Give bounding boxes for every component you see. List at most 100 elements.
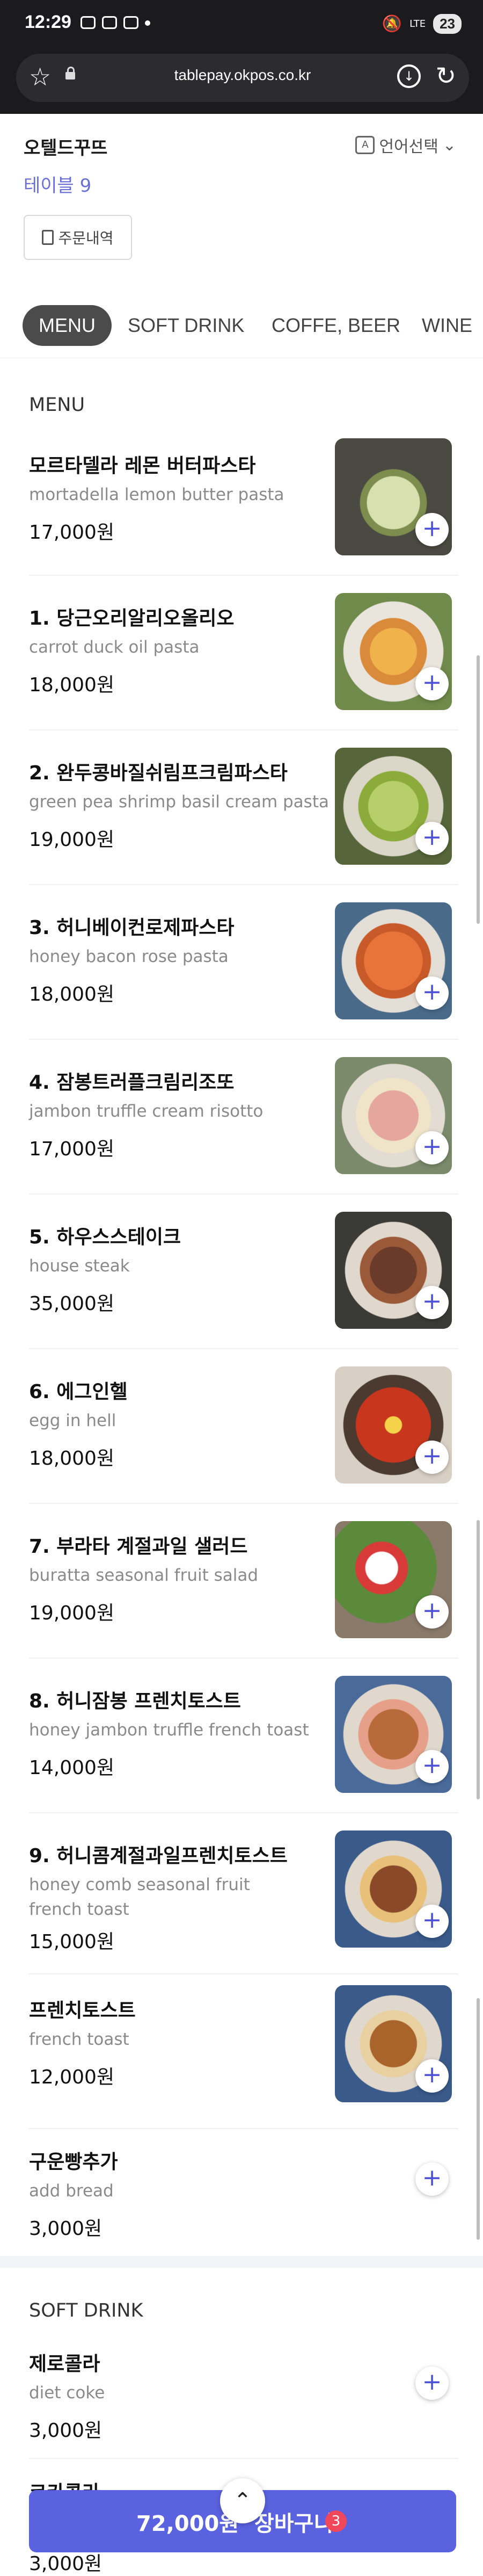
status-right: 🔕 LTE 23 xyxy=(382,14,462,34)
item-english-name: carrot duck oil pasta xyxy=(29,638,200,657)
menu-item[interactable]: 제로콜라 diet coke 3,000원 + xyxy=(29,2331,458,2459)
menu-item[interactable]: 4. 잠봉트러플크림리조또 jambon truffle cream risot… xyxy=(29,1039,458,1195)
item-name: 제로콜라 xyxy=(29,2353,100,2375)
item-name: 8. 허니잠봉 프렌치토스트 xyxy=(29,1690,241,1712)
order-history-label: 주문내역 xyxy=(58,229,114,247)
tab-wine[interactable]: WINE xyxy=(406,305,483,346)
add-to-cart-button[interactable]: + xyxy=(415,1905,449,1938)
item-name: 2. 완두콩바질쉬림프크림파스타 xyxy=(29,762,288,784)
add-to-cart-button[interactable]: + xyxy=(415,976,449,1010)
menu-item[interactable]: 6. 에그인헬 egg in hell 18,000원 + xyxy=(29,1348,458,1504)
signal-icon: LTE xyxy=(409,18,426,30)
mute-icon: 🔕 xyxy=(382,15,402,33)
item-english-name: french toast xyxy=(29,2030,129,2049)
item-price: 17,000원 xyxy=(29,522,115,544)
menu-item[interactable]: 모르타델라 레몬 버터파스타 mortadella lemon butter p… xyxy=(29,430,458,576)
item-english-name: add bread xyxy=(29,2181,114,2201)
item-name: 구운빵추가 xyxy=(29,2151,118,2173)
tab-menu[interactable]: MENU xyxy=(23,305,112,346)
menu-item[interactable]: 7. 부라타 계절과일 샐러드 buratta seasonal fruit s… xyxy=(29,1503,458,1659)
menu-item[interactable]: 프렌치토스트 french toast 12,000원 + xyxy=(29,1973,458,2129)
item-name: 1. 당근오리알리오올리오 xyxy=(29,607,235,629)
status-bar: 12:29 🔕 LTE 23 xyxy=(0,0,483,49)
add-to-cart-button[interactable]: + xyxy=(415,1750,449,1783)
address-bar[interactable]: ☆ tablepay.okpos.co.kr ↓ ↻ xyxy=(16,54,469,102)
menu-item[interactable]: 구운빵추가 add bread 3,000원 + xyxy=(29,2128,458,2249)
add-to-cart-button[interactable]: + xyxy=(415,1286,449,1319)
menu-item[interactable]: 8. 허니잠봉 프렌치토스트 honey jambon truffle fren… xyxy=(29,1658,458,1813)
tab-soft-drink[interactable]: SOFT DRINK xyxy=(112,305,260,346)
item-price: 18,000원 xyxy=(29,983,115,1005)
item-price: 19,000원 xyxy=(29,1602,115,1624)
item-price: 17,000원 xyxy=(29,1138,115,1160)
item-english-name: buratta seasonal fruit salad xyxy=(29,1566,259,1585)
message-icon xyxy=(102,16,117,29)
menu-item[interactable]: 3. 허니베이컨로제파스타 honey bacon rose pasta 18,… xyxy=(29,884,458,1040)
add-to-cart-button[interactable]: + xyxy=(415,2367,449,2400)
scrollbar[interactable] xyxy=(477,655,480,924)
tab-coffe-beer[interactable]: COFFE, BEER xyxy=(255,305,416,346)
item-price: 12,000원 xyxy=(29,2066,115,2088)
section-divider xyxy=(0,2256,483,2268)
translate-icon: A xyxy=(355,136,375,154)
scrollbar[interactable] xyxy=(477,1998,480,2240)
section-title-soft-drink: SOFT DRINK xyxy=(29,2300,143,2321)
item-name: 모르타델라 레몬 버터파스타 xyxy=(29,455,256,477)
item-english-name: honey bacon rose pasta xyxy=(29,947,229,966)
item-english-name: jambon truffle cream risotto xyxy=(29,1102,264,1121)
chevron-up-icon: ⌃ xyxy=(233,2488,252,2513)
add-to-cart-button[interactable]: + xyxy=(415,2059,449,2093)
item-price: 18,000원 xyxy=(29,1448,115,1470)
status-time: 12:29 xyxy=(25,12,71,32)
item-price: 3,000원 xyxy=(29,2218,103,2240)
item-price: 14,000원 xyxy=(29,1757,115,1779)
section-title-menu: MENU xyxy=(29,394,85,416)
scrollbar[interactable] xyxy=(477,1520,480,1799)
battery-icon: 23 xyxy=(433,14,462,34)
menu-item[interactable]: 1. 당근오리알리오올리오 carrot duck oil pasta 18,0… xyxy=(29,575,458,730)
category-tabs: MENU SOFT DRINK COFFE, BEER WINE xyxy=(0,299,483,358)
scroll-top-button[interactable]: ⌃ xyxy=(220,2478,265,2523)
item-name: 7. 부라타 계절과일 샐러드 xyxy=(29,1536,248,1558)
item-english-name: mortadella lemon butter pasta xyxy=(29,485,284,504)
add-to-cart-button[interactable]: + xyxy=(415,1441,449,1474)
add-to-cart-button[interactable]: + xyxy=(415,822,449,855)
item-name: 6. 에그인헬 xyxy=(29,1381,128,1403)
item-name: 프렌치토스트 xyxy=(29,2000,136,2022)
language-selector[interactable]: A 언어선택 ⌄ xyxy=(355,133,456,157)
store-name: 오텔드꾸뜨 xyxy=(24,138,108,159)
receipt-icon xyxy=(42,230,54,245)
screenshot-icon xyxy=(80,16,96,29)
item-price: 35,000원 xyxy=(29,1293,115,1315)
item-name: 4. 잠봉트러플크림리조또 xyxy=(29,1072,235,1094)
item-price: 15,000원 xyxy=(29,1931,115,1953)
add-to-cart-button[interactable]: + xyxy=(415,667,449,700)
item-english-name: house steak xyxy=(29,1256,130,1276)
menu-item[interactable]: 2. 완두콩바질쉬림프크림파스타 green pea shrimp basil … xyxy=(29,729,458,885)
add-to-cart-button[interactable]: + xyxy=(415,2162,449,2196)
add-to-cart-button[interactable]: + xyxy=(415,513,449,546)
item-english-name: honey jambon truffle french toast xyxy=(29,1720,309,1740)
cart-count-badge: 3 xyxy=(325,2510,347,2532)
add-to-cart-button[interactable]: + xyxy=(415,1131,449,1164)
item-name: 5. 하우스스테이크 xyxy=(29,1226,181,1248)
language-label: 언어선택 xyxy=(379,138,438,156)
more-dot-icon xyxy=(145,20,150,26)
reload-icon[interactable]: ↻ xyxy=(435,61,456,90)
add-to-cart-button[interactable]: + xyxy=(415,1595,449,1629)
item-name: 3. 허니베이컨로제파스타 xyxy=(29,917,235,939)
item-price: 3,000원 xyxy=(29,2420,103,2442)
item-english-name: green pea shrimp basil cream pasta xyxy=(29,792,329,812)
chat-icon xyxy=(123,16,138,29)
item-price: 19,000원 xyxy=(29,829,115,851)
table-number: 테이블 9 xyxy=(24,175,92,197)
notification-icons xyxy=(80,16,150,29)
download-icon[interactable]: ↓ xyxy=(397,64,421,88)
item-name: 9. 허니콤계절과일프렌치토스트 xyxy=(29,1845,288,1867)
menu-item[interactable]: 5. 하우스스테이크 house steak 35,000원 + xyxy=(29,1193,458,1349)
order-history-button[interactable]: 주문내역 xyxy=(24,215,132,260)
browser-toolbar: ☆ tablepay.okpos.co.kr ↓ ↻ xyxy=(0,49,483,114)
menu-item[interactable]: 9. 허니콤계절과일프렌치토스트 honey comb seasonal fru… xyxy=(29,1812,458,1974)
item-price: 18,000원 xyxy=(29,674,115,696)
cart-label: 장바구니 xyxy=(254,2512,334,2536)
